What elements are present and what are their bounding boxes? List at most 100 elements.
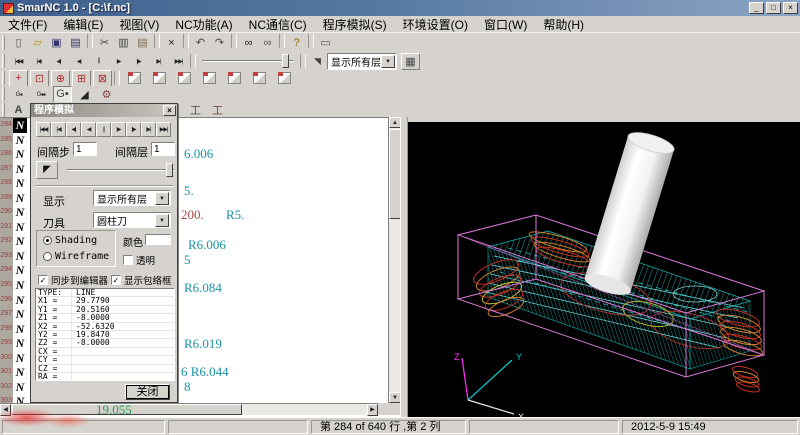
sim-next-step-icon[interactable]: |▶	[129, 53, 148, 70]
sim-pause-icon[interactable]: ||	[96, 122, 111, 137]
pick-arrow-icon[interactable]: ◢	[75, 86, 94, 103]
sim-prev-layer-icon[interactable]: |◀	[51, 122, 66, 137]
chevron-down-icon[interactable]: ▼	[155, 192, 169, 205]
pan-icon[interactable]: +	[9, 70, 28, 87]
layer-filter-dropdown[interactable]: 显示所有层 ▼	[327, 53, 397, 70]
sim-prev-step-icon[interactable]: ◀|	[66, 122, 81, 137]
zoom-window-icon[interactable]: ⊡	[30, 70, 49, 87]
help-icon[interactable]: ?	[287, 34, 306, 51]
zoom-fit-icon[interactable]: ⊞	[72, 70, 91, 87]
g-run-icon[interactable]: G◂	[9, 86, 28, 103]
sim-play-icon[interactable]: ▶	[111, 122, 126, 137]
menu-item[interactable]: NC通信(C)	[241, 15, 315, 34]
editor-line[interactable]: 302 N	[0, 380, 30, 395]
sim-next-layer-icon[interactable]: ▶|	[141, 122, 156, 137]
chevron-down-icon[interactable]: ▼	[155, 214, 169, 227]
menu-item[interactable]: 程序模拟(S)	[315, 15, 395, 34]
toolbar-grip[interactable]	[2, 87, 5, 101]
editor-horizontal-scrollbar[interactable]: ◀ ▶	[0, 403, 378, 415]
menu-item[interactable]: 文件(F)	[0, 15, 55, 34]
new-file-icon[interactable]: ▯	[9, 34, 28, 51]
editor-line[interactable]: 299 N	[0, 336, 30, 351]
menu-item[interactable]: 帮助(H)	[535, 15, 592, 34]
sim-rewind-icon[interactable]: |◀◀	[9, 53, 28, 70]
interval-step-input[interactable]	[73, 142, 97, 156]
view-ne-iso-icon[interactable]	[175, 70, 194, 87]
shading-radio[interactable]: Shading	[43, 235, 97, 246]
delete-icon[interactable]: ×	[162, 34, 181, 51]
view-sw-iso-icon[interactable]	[125, 70, 144, 87]
editor-line[interactable]: 284 N	[0, 118, 30, 133]
copy-icon[interactable]: ▥	[114, 34, 133, 51]
menu-item[interactable]: 视图(V)	[111, 15, 167, 34]
menu-item[interactable]: 编辑(E)	[55, 15, 111, 34]
save-all-icon[interactable]: ▤	[66, 34, 85, 51]
envelope-checkbox[interactable]: ✓ 显示包络框	[111, 273, 172, 287]
close-button[interactable]: 关闭	[125, 384, 170, 400]
view-se-iso-icon[interactable]	[150, 70, 169, 87]
view-top-icon[interactable]	[225, 70, 244, 87]
close-icon[interactable]: ×	[163, 105, 176, 116]
editor-vertical-scrollbar[interactable]: ▲ ▼	[388, 117, 400, 403]
dialog-progress-slider[interactable]	[67, 162, 175, 178]
sim-play-reverse-icon[interactable]: ◀	[81, 122, 96, 137]
open-folder-icon[interactable]: ▱	[28, 34, 47, 51]
transparent-checkbox[interactable]: 透明	[123, 253, 155, 267]
menu-item[interactable]: 窗口(W)	[476, 15, 535, 34]
toolbar-grip[interactable]	[2, 36, 5, 50]
zoom-all-icon[interactable]: ⊠	[93, 70, 112, 87]
paste-icon[interactable]: ▤	[133, 34, 152, 51]
mark-insert-icon[interactable]: 工	[186, 101, 205, 118]
find-icon[interactable]: ∞	[239, 34, 258, 51]
view-nw-iso-icon[interactable]	[200, 70, 219, 87]
sim-play-icon[interactable]: ▶	[109, 53, 128, 70]
pane-splitter[interactable]	[400, 117, 408, 417]
close-button[interactable]: ×	[783, 2, 798, 14]
editor-line[interactable]: 300 N	[0, 351, 30, 366]
g-back-icon[interactable]: G◂◂	[31, 86, 50, 103]
find-next-icon[interactable]: ∞	[258, 34, 277, 51]
sim-to-end-icon[interactable]: ▶▶|	[156, 122, 171, 137]
slider-thumb[interactable]	[166, 163, 173, 177]
color-swatch[interactable]	[145, 234, 171, 245]
segment-info-list[interactable]: TYPE: LINE X1 = 29.7790 Y1 = 20.5160 Z1 …	[35, 288, 175, 381]
editor-line[interactable]: 292 N	[0, 234, 30, 249]
chevron-down-icon[interactable]: ▼	[381, 55, 395, 68]
sim-play-reverse-icon[interactable]: ◀	[69, 53, 88, 70]
pick-cursor-icon[interactable]: ◤	[36, 161, 58, 179]
menu-item[interactable]: NC功能(A)	[167, 15, 240, 34]
cut-icon[interactable]: ✂	[95, 34, 114, 51]
print-icon[interactable]: ▭	[316, 34, 335, 51]
menu-item[interactable]: 环境设置(O)	[395, 15, 476, 34]
display-dropdown[interactable]: 显示所有层 ▼	[93, 190, 171, 206]
scrollbar-thumb[interactable]	[12, 404, 242, 415]
toolbar-grip[interactable]	[2, 71, 5, 85]
editor-line[interactable]: 298 N	[0, 322, 30, 337]
dialog-titlebar[interactable]: 程序模拟 ×	[31, 104, 177, 117]
mark-jump-icon[interactable]: 工	[208, 101, 227, 118]
sync-editor-checkbox[interactable]: ✓ 同步到编辑器	[38, 273, 108, 287]
editor-line[interactable]: 288 N	[0, 176, 30, 191]
sim-pause-icon[interactable]: ||	[89, 53, 108, 70]
layer-list-icon[interactable]: ▦	[401, 53, 420, 70]
font-icon[interactable]: A	[9, 101, 28, 118]
editor-line[interactable]: 291 N	[0, 220, 30, 235]
save-file-icon[interactable]: ▣	[47, 34, 66, 51]
editor-line[interactable]: 295 N	[0, 278, 30, 293]
editor-line[interactable]: 301 N	[0, 365, 30, 380]
settings-gear-icon[interactable]: ⚙	[97, 86, 116, 103]
editor-line[interactable]: 293 N	[0, 249, 30, 264]
pick-cursor-icon[interactable]: ◥	[308, 53, 327, 70]
slider-thumb[interactable]	[282, 54, 289, 68]
undo-icon[interactable]: ↶	[191, 34, 210, 51]
g-current-icon[interactable]: G▪	[53, 86, 72, 103]
view-front-icon[interactable]	[250, 70, 269, 87]
minimize-button[interactable]: _	[749, 2, 764, 14]
editor-line[interactable]: 289 N	[0, 191, 30, 206]
wireframe-radio[interactable]: Wireframe	[43, 251, 109, 262]
zoom-dynamic-icon[interactable]: ⊕	[51, 70, 70, 87]
simulation-3d-viewport[interactable]: Z Y X	[408, 117, 800, 417]
editor-line[interactable]: 296 N	[0, 293, 30, 308]
redo-icon[interactable]: ↷	[210, 34, 229, 51]
sim-prev-step-icon[interactable]: ◀|	[49, 53, 68, 70]
